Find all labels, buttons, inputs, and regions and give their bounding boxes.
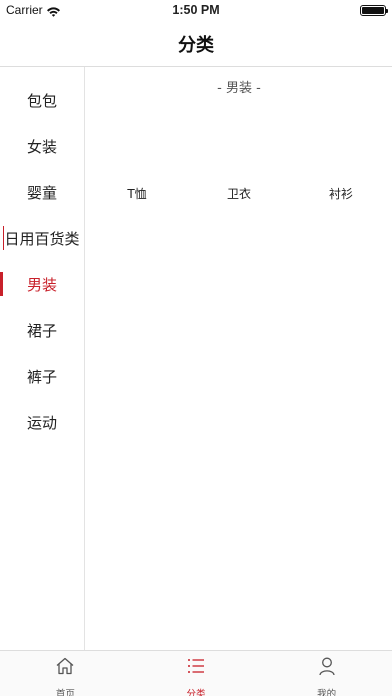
tab-label: 分类 — [186, 689, 206, 696]
sidebar-item-label: 日用百货类 — [4, 229, 80, 248]
sidebar-item-label: 男装 — [26, 275, 57, 294]
sidebar-item-skirts[interactable]: 裙子 — [0, 307, 84, 353]
category-sidebar: 包包 女装 婴童 日用百货类 男装 裙子 裤子 运动 — [0, 67, 85, 650]
page-title: 分类 — [178, 35, 214, 56]
tab-label: 我的 — [317, 689, 337, 696]
section-title: - 男装 - — [217, 81, 261, 96]
tab-category[interactable]: 分类 — [131, 651, 262, 696]
user-icon — [317, 656, 337, 680]
sidebar-item-bags[interactable]: 包包 — [0, 77, 84, 123]
tab-label: 首页 — [55, 689, 75, 696]
tab-home[interactable]: 首页 — [0, 651, 131, 696]
subcategory-tshirt[interactable]: T恤 — [86, 185, 188, 202]
subcategory-hoodie[interactable]: 卫衣 — [188, 185, 290, 202]
home-icon — [55, 656, 75, 680]
sidebar-item-womens[interactable]: 女装 — [0, 123, 84, 169]
subcategory-shirt[interactable]: 衬衫 — [290, 185, 392, 202]
sidebar-item-kids[interactable]: 婴童 — [0, 169, 84, 215]
status-bar: Carrier 1:50 PM — [0, 0, 392, 22]
battery-icon — [360, 5, 388, 16]
sidebar-item-mens[interactable]: 男装 — [0, 261, 84, 307]
sidebar-item-label: 裙子 — [26, 321, 57, 340]
list-icon — [186, 656, 206, 680]
status-time: 1:50 PM — [172, 3, 220, 17]
category-content: - 男装 - T恤 卫衣 衬衫 — [86, 67, 392, 650]
sidebar-item-label: 包包 — [26, 91, 57, 110]
sidebar-item-label: 婴童 — [26, 183, 57, 202]
sidebar-item-sports[interactable]: 运动 — [0, 399, 84, 445]
sidebar-item-label: 女装 — [26, 137, 57, 156]
nav-bar: 分类 — [0, 22, 392, 67]
tab-profile[interactable]: 我的 — [261, 651, 392, 696]
sidebar-item-pants[interactable]: 裤子 — [0, 353, 84, 399]
sidebar-item-household[interactable]: 日用百货类 — [0, 215, 84, 261]
sidebar-item-label: 运动 — [26, 413, 57, 432]
sidebar-item-label: 裤子 — [26, 367, 57, 386]
tab-bar: 首页 分类 我的 — [0, 650, 392, 696]
subcategory-grid: T恤 卫衣 衬衫 — [86, 185, 392, 202]
